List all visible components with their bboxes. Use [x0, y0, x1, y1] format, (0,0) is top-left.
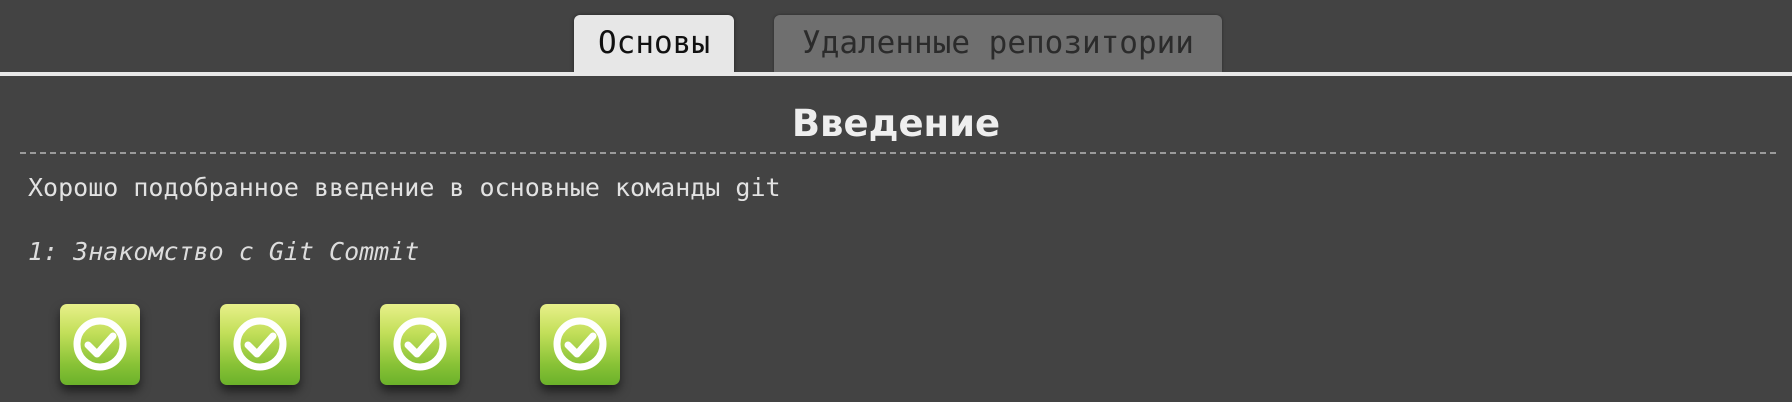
check-icon — [73, 317, 127, 371]
tab-remote-repositories[interactable]: Удаленные репозитории — [774, 15, 1222, 72]
tab-divider — [0, 72, 1792, 76]
level-dropdown-view: Основы Удаленные репозитории Введение Хо… — [0, 0, 1792, 402]
sequence-title: Введение — [791, 102, 1001, 145]
selected-level-name: 1: Знакомство с Git Commit — [28, 237, 420, 266]
level-button-4[interactable] — [540, 304, 620, 385]
check-icon — [393, 317, 447, 371]
tab-basics[interactable]: Основы — [574, 15, 734, 73]
check-icon — [233, 317, 287, 371]
tab-bar: Основы Удаленные репозитории — [0, 15, 1792, 73]
check-icon — [553, 317, 607, 371]
level-button-2[interactable] — [220, 304, 300, 385]
level-button-1[interactable] — [60, 304, 140, 385]
sequence-description: Хорошо подобранное введение в основные к… — [28, 173, 781, 202]
level-button-3[interactable] — [380, 304, 460, 385]
dashed-divider — [20, 152, 1776, 154]
